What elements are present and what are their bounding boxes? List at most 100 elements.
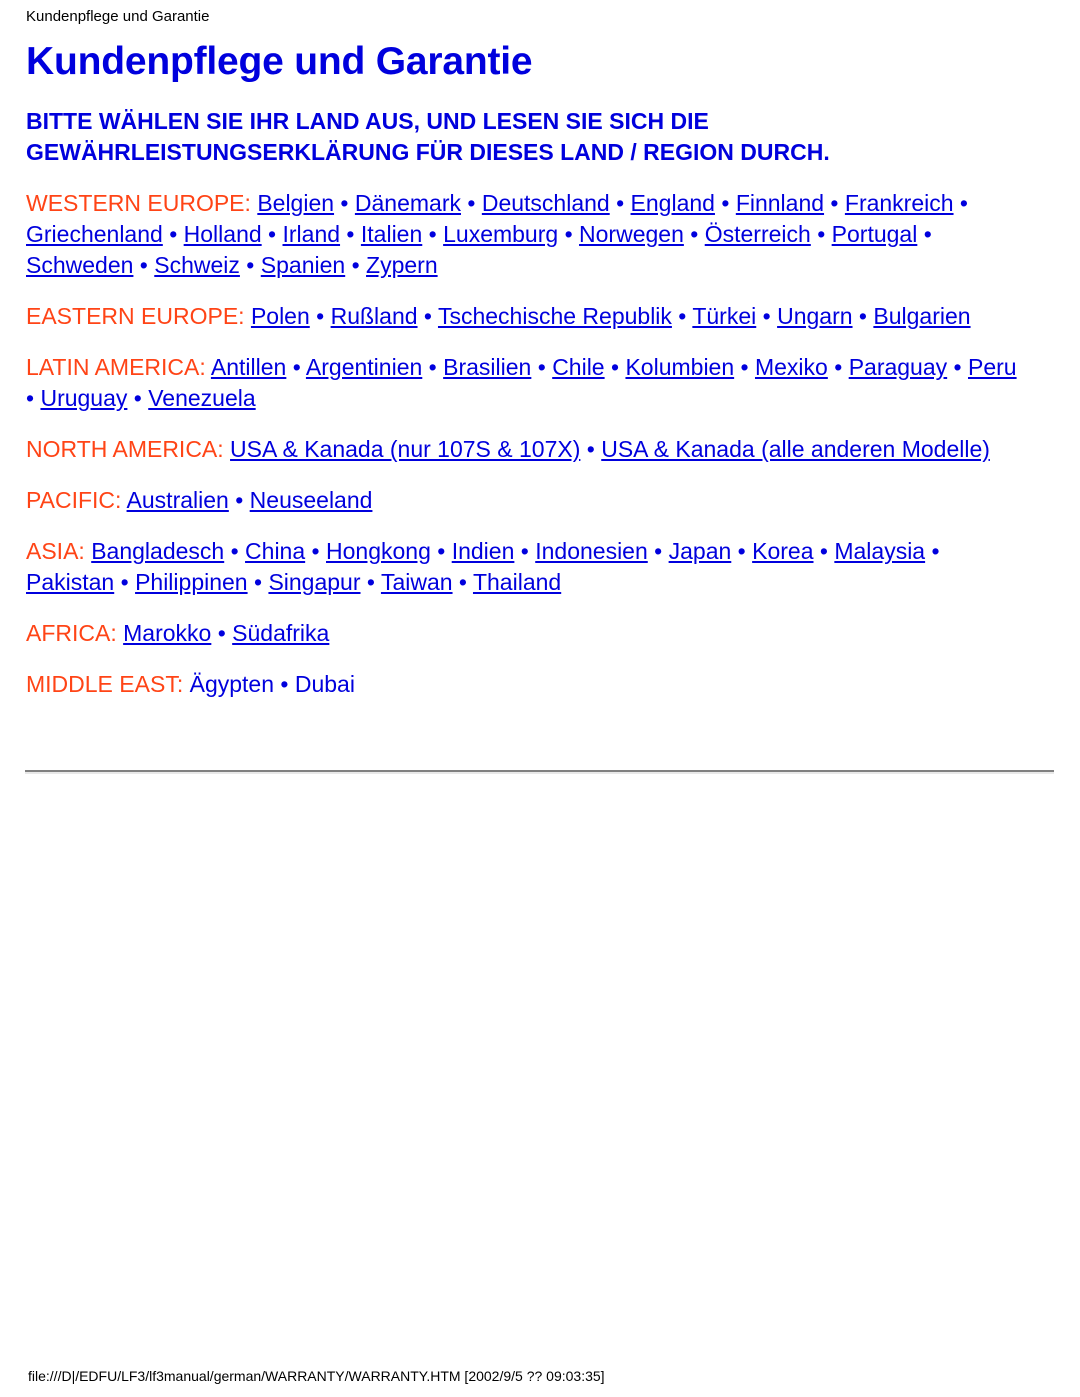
country-link-malaysia[interactable]: Malaysia bbox=[834, 538, 925, 564]
bullet-separator: • bbox=[647, 538, 669, 564]
region-western-europe: WESTERN EUROPE: Belgien • Dänemark • Deu… bbox=[26, 188, 1026, 281]
country-link-zypern[interactable]: Zypern bbox=[366, 252, 438, 278]
country-link-thailand[interactable]: Thailand bbox=[473, 569, 561, 595]
country-link-kolumbien[interactable]: Kolumbien bbox=[625, 354, 734, 380]
bullet-separator: • bbox=[953, 190, 968, 216]
region-label: MIDDLE EAST: bbox=[26, 671, 184, 697]
country-link-china[interactable]: China bbox=[245, 538, 305, 564]
bullet-separator: • bbox=[917, 221, 932, 247]
country-link-usa-kanada-alle-anderen-modelle[interactable]: USA & Kanada (alle anderen Modelle) bbox=[601, 436, 990, 462]
country-link-australien[interactable]: Australien bbox=[127, 487, 229, 513]
country-link-venezuela[interactable]: Venezuela bbox=[148, 385, 255, 411]
bullet-separator: • bbox=[114, 569, 136, 595]
country-link-schweiz[interactable]: Schweiz bbox=[154, 252, 240, 278]
country-link-brasilien[interactable]: Brasilien bbox=[443, 354, 531, 380]
bullet-separator: • bbox=[824, 190, 845, 216]
region-label: PACIFIC: bbox=[26, 487, 122, 513]
bullet-separator: • bbox=[813, 538, 835, 564]
country-link-irland[interactable]: Irland bbox=[283, 221, 341, 247]
country-link-uruguay[interactable]: Uruguay bbox=[40, 385, 127, 411]
country-link-spanien[interactable]: Spanien bbox=[261, 252, 345, 278]
page-title: Kundenpflege und Garantie bbox=[26, 40, 533, 83]
country-link-antillen[interactable]: Antillen bbox=[211, 354, 286, 380]
bullet-separator: • bbox=[239, 252, 261, 278]
region-label: WESTERN EUROPE: bbox=[26, 190, 251, 216]
country-link-polen[interactable]: Polen bbox=[251, 303, 310, 329]
country-link-indonesien[interactable]: Indonesien bbox=[535, 538, 648, 564]
region-label: AFRICA: bbox=[26, 620, 117, 646]
country-link-holland[interactable]: Holland bbox=[184, 221, 262, 247]
country-link-finnland[interactable]: Finnland bbox=[736, 190, 824, 216]
country-link-portugal[interactable]: Portugal bbox=[832, 221, 918, 247]
bullet-separator: • bbox=[345, 252, 367, 278]
bullet-separator: • bbox=[360, 569, 381, 595]
country-link-chile[interactable]: Chile bbox=[552, 354, 604, 380]
region-eastern-europe: EASTERN EUROPE: Polen • Rußland • Tschec… bbox=[26, 301, 1026, 332]
country-link-sterreich[interactable]: Österreich bbox=[705, 221, 811, 247]
bullet-separator: • bbox=[734, 354, 755, 380]
bullet-separator: • bbox=[26, 385, 41, 411]
region-asia: ASIA: Bangladesch • China • Hongkong • I… bbox=[26, 536, 1026, 598]
region-label: LATIN AMERICA: bbox=[26, 354, 206, 380]
bullet-separator: • bbox=[604, 354, 626, 380]
country-link-bangladesch[interactable]: Bangladesch bbox=[91, 538, 224, 564]
country-link-belgien[interactable]: Belgien bbox=[257, 190, 334, 216]
bullet-separator: • bbox=[580, 436, 602, 462]
bullet-separator: • bbox=[827, 354, 849, 380]
country-link-schweden[interactable]: Schweden bbox=[26, 252, 133, 278]
country-link-taiwan[interactable]: Taiwan bbox=[381, 569, 453, 595]
country-link-luxemburg[interactable]: Luxemburg bbox=[443, 221, 558, 247]
country-link-philippinen[interactable]: Philippinen bbox=[135, 569, 248, 595]
running-header: Kundenpflege und Garantie bbox=[26, 8, 210, 25]
region-list: WESTERN EUROPE: Belgien • Dänemark • Deu… bbox=[26, 188, 1026, 700]
country-link-frankreich[interactable]: Frankreich bbox=[845, 190, 954, 216]
bullet-separator: • bbox=[133, 252, 155, 278]
country-link-italien[interactable]: Italien bbox=[361, 221, 422, 247]
bullet-separator: • bbox=[514, 538, 536, 564]
country-link-neuseeland[interactable]: Neuseeland bbox=[250, 487, 373, 513]
country-link-ungarn[interactable]: Ungarn bbox=[777, 303, 852, 329]
country-link-norwegen[interactable]: Norwegen bbox=[579, 221, 684, 247]
country-link-england[interactable]: England bbox=[631, 190, 715, 216]
country-link-marokko[interactable]: Marokko bbox=[123, 620, 211, 646]
country-link-singapur[interactable]: Singapur bbox=[268, 569, 360, 595]
country-link-tschechische-republik[interactable]: Tschechische Republik bbox=[438, 303, 672, 329]
country-link-griechenland[interactable]: Griechenland bbox=[26, 221, 163, 247]
country-link-ru-land[interactable]: Rußland bbox=[331, 303, 418, 329]
region-middle-east: MIDDLE EAST: Ägypten • Dubai bbox=[26, 669, 1026, 700]
country-link-peru[interactable]: Peru bbox=[968, 354, 1017, 380]
country-link-t-rkei[interactable]: Türkei bbox=[692, 303, 756, 329]
country-link-gypten: Ägypten bbox=[189, 671, 275, 697]
bullet-separator: • bbox=[947, 354, 968, 380]
bullet-separator: • bbox=[422, 354, 444, 380]
bullet-separator: • bbox=[461, 190, 482, 216]
country-link-mexiko[interactable]: Mexiko bbox=[755, 354, 828, 380]
country-link-bulgarien[interactable]: Bulgarien bbox=[873, 303, 970, 329]
document-page: Kundenpflege und Garantie Kundenpflege u… bbox=[0, 0, 1080, 1397]
region-label: ASIA: bbox=[26, 538, 85, 564]
country-link-japan[interactable]: Japan bbox=[669, 538, 732, 564]
bullet-separator: • bbox=[683, 221, 705, 247]
country-link-pakistan[interactable]: Pakistan bbox=[26, 569, 114, 595]
country-link-korea[interactable]: Korea bbox=[752, 538, 813, 564]
region-label: NORTH AMERICA: bbox=[26, 436, 224, 462]
bullet-separator: • bbox=[224, 538, 246, 564]
bullet-separator: • bbox=[334, 190, 355, 216]
bullet-separator: • bbox=[417, 303, 438, 329]
footer-path: file:///D|/EDFU/LF3/lf3manual/german/WAR… bbox=[28, 1368, 605, 1384]
country-link-d-nemark[interactable]: Dänemark bbox=[355, 190, 461, 216]
bullet-separator: • bbox=[340, 221, 361, 247]
bullet-separator: • bbox=[430, 538, 452, 564]
country-link-paraguay[interactable]: Paraguay bbox=[849, 354, 947, 380]
bullet-separator: • bbox=[305, 538, 326, 564]
bullet-separator: • bbox=[274, 671, 295, 697]
horizontal-divider bbox=[25, 770, 1054, 774]
country-link-hongkong[interactable]: Hongkong bbox=[326, 538, 431, 564]
bullet-separator: • bbox=[247, 569, 269, 595]
country-link-usa-kanada-nur-107s-107x[interactable]: USA & Kanada (nur 107S & 107X) bbox=[230, 436, 580, 462]
country-link-indien[interactable]: Indien bbox=[452, 538, 515, 564]
country-link-deutschland[interactable]: Deutschland bbox=[482, 190, 610, 216]
country-link-argentinien[interactable]: Argentinien bbox=[306, 354, 422, 380]
country-link-s-dafrika[interactable]: Südafrika bbox=[232, 620, 329, 646]
bullet-separator: • bbox=[731, 538, 753, 564]
